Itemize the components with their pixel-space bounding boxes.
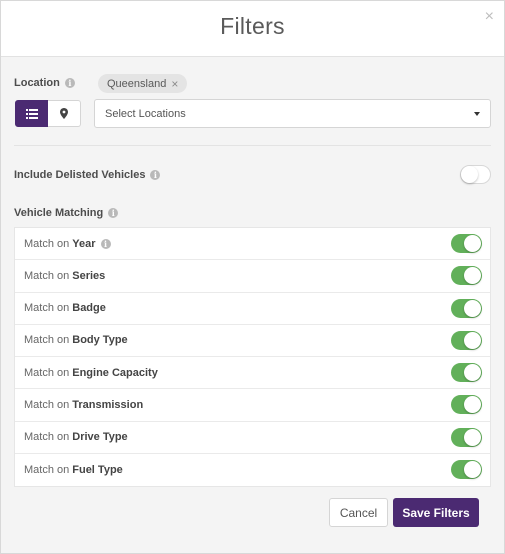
match-prefix: Match on [24, 398, 70, 411]
info-icon[interactable]: i [108, 208, 119, 218]
delisted-label: Include Delisted Vehicles [14, 169, 146, 181]
toggle-knob [464, 364, 481, 381]
match-toggle[interactable] [451, 427, 482, 447]
chevron-down-icon [474, 112, 480, 116]
toggle-knob [464, 460, 481, 478]
match-prefix: Match on [24, 269, 70, 282]
location-select[interactable]: Select Locations [94, 99, 491, 128]
match-field: Engine Capacity [72, 366, 158, 379]
match-prefix: Match on [24, 431, 70, 444]
location-chip-label: Queensland [107, 77, 167, 90]
modal-header: Filters × [1, 1, 504, 57]
info-icon[interactable]: i [100, 238, 111, 249]
match-field: Body Type [72, 334, 128, 347]
match-field: Transmission [72, 398, 144, 411]
match-toggle[interactable] [451, 234, 482, 253]
toggle-knob [464, 267, 481, 285]
list-icon [25, 108, 38, 119]
match-prefix: Match on [24, 237, 70, 250]
toggle-knob [464, 299, 481, 317]
match-row: Match on Fuel Type [15, 454, 490, 486]
location-view-toggle [15, 100, 81, 127]
filters-modal: Filters × Location i Queensland × Select… [0, 0, 505, 554]
toggle-knob [464, 396, 481, 414]
match-field: Badge [72, 302, 106, 315]
divider [14, 145, 491, 146]
map-view-button[interactable] [48, 100, 81, 127]
match-field: Series [72, 269, 106, 282]
match-row: Match on Badge [15, 293, 490, 325]
location-label: Location [14, 77, 60, 89]
match-toggle[interactable] [451, 266, 482, 286]
remove-chip-icon[interactable]: × [171, 77, 178, 91]
close-icon[interactable]: × [485, 9, 494, 25]
match-field: Drive Type [72, 431, 128, 444]
match-toggle[interactable] [451, 363, 482, 382]
match-row: Match on Body Type [15, 325, 490, 357]
location-label-row: Location i [14, 77, 75, 89]
list-view-button[interactable] [15, 100, 48, 127]
match-row: Match on Transmission [15, 389, 490, 422]
match-row: Match on Engine Capacity [15, 357, 490, 390]
toggle-knob [464, 428, 481, 446]
match-field: Year [72, 237, 96, 250]
modal-title: Filters [220, 13, 285, 39]
match-toggle[interactable] [451, 298, 482, 318]
match-toggle[interactable] [451, 330, 482, 350]
match-row: Match on Drive Type [15, 422, 490, 454]
save-filters-button[interactable]: Save Filters [393, 498, 479, 527]
cancel-button[interactable]: Cancel [329, 498, 388, 527]
match-toggle[interactable] [451, 395, 482, 415]
match-row: Match on Year i [15, 228, 490, 261]
vehicle-matching-list: Match on Year i Match on Series Match on Badge… [14, 227, 491, 487]
location-select-placeholder: Select Locations [105, 107, 186, 120]
vehicle-matching-label: Vehicle Matching [14, 207, 104, 219]
toggle-knob [464, 235, 481, 252]
map-pin-icon [60, 108, 68, 119]
match-field: Fuel Type [72, 463, 123, 476]
match-prefix: Match on [24, 334, 70, 347]
toggle-knob [464, 331, 481, 349]
match-prefix: Match on [24, 302, 70, 315]
match-row: Match on Series [15, 260, 490, 293]
match-prefix: Match on [24, 463, 70, 476]
toggle-knob [461, 166, 478, 183]
delisted-toggle[interactable] [460, 165, 491, 184]
info-icon[interactable]: i [64, 78, 75, 88]
location-chip: Queensland × [98, 74, 188, 93]
delisted-label-row: Include Delisted Vehicles i [14, 169, 161, 181]
info-icon[interactable]: i [150, 170, 161, 180]
match-toggle[interactable] [451, 459, 482, 479]
vehicle-matching-label-row: Vehicle Matching i [14, 207, 119, 219]
modal-footer: Cancel Save Filters [329, 498, 479, 527]
match-prefix: Match on [24, 366, 70, 379]
